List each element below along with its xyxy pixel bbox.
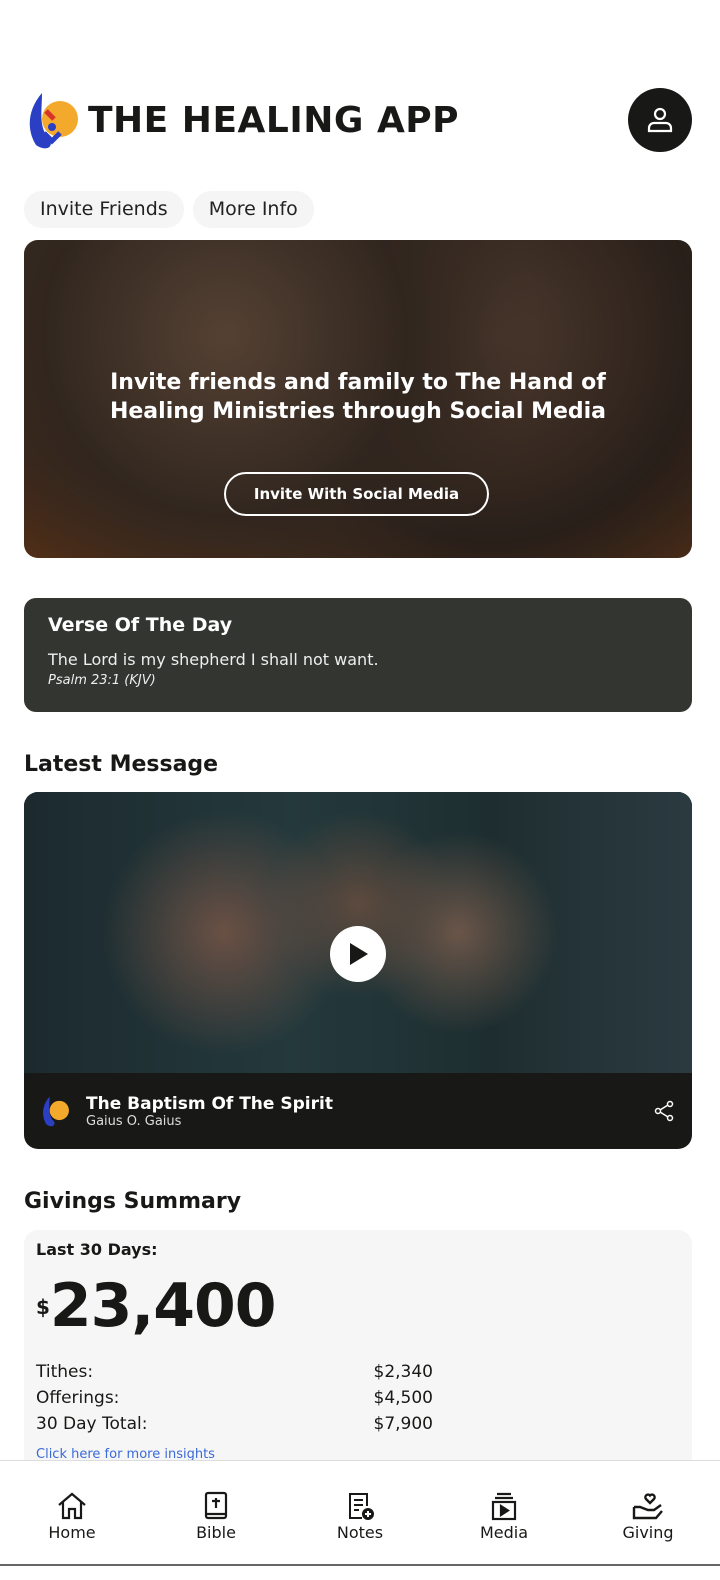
more-info-chip[interactable]: More Info [192,191,314,228]
total-row: 30 Day Total: $7,900 [36,1411,433,1437]
row-label: Tithes: [36,1362,94,1382]
bible-icon [204,1491,228,1520]
bottom-nav: Home Bible Notes Media Giving [0,1460,720,1566]
invite-friends-chip[interactable]: Invite Friends [24,191,184,228]
nav-notes[interactable]: Notes [310,1491,410,1564]
profile-button[interactable] [628,88,692,152]
nav-label: Media [479,1523,529,1542]
nav-label: Bible [196,1523,236,1542]
nav-label: Home [48,1523,96,1542]
row-value: $2,340 [373,1362,433,1382]
verse-title: Verse Of The Day [48,614,233,636]
nav-label: Giving [622,1523,674,1542]
message-author: Gaius O. Gaius [86,1113,182,1129]
home-icon [58,1492,86,1520]
verse-text: The Lord is my shepherd I shall not want… [48,650,379,669]
nav-media[interactable]: Media [454,1491,554,1564]
period-label: Last 30 Days: [36,1240,158,1259]
total-amount: 23,400 [49,1271,277,1341]
play-button[interactable] [330,926,386,982]
app-title: THE HEALING APP [88,99,460,141]
verse-of-the-day-card: Verse Of The Day The Lord is my shepherd… [24,598,692,712]
channel-logo [43,1096,69,1127]
offerings-row: Offerings: $4,500 [36,1385,433,1411]
verse-reference: Psalm 23:1 (KJV) [48,673,156,688]
row-value: $4,500 [373,1388,433,1408]
play-icon [350,943,368,965]
latest-message-heading: Latest Message [24,752,219,777]
user-icon [647,107,673,133]
media-icon [491,1492,517,1521]
row-label: Offerings: [36,1388,120,1408]
tithes-row: Tithes: $2,340 [36,1359,433,1385]
app-logo [29,93,78,149]
latest-message-card[interactable]: The Baptism Of The Spirit Gaius O. Gaius [24,792,692,1149]
currency-symbol: $ [36,1295,50,1319]
message-title: The Baptism Of The Spirit [86,1093,333,1114]
row-value: $7,900 [373,1414,433,1434]
nav-bible[interactable]: Bible [166,1491,266,1564]
app-header: THE HEALING APP [24,88,692,152]
giving-hand-icon [632,1493,663,1520]
row-label: 30 Day Total: [36,1414,148,1434]
nav-home[interactable]: Home [22,1491,122,1564]
banner-text: Invite friends and family to The Hand of… [109,370,607,424]
nav-label: Notes [336,1523,384,1542]
notes-add-icon [349,1493,374,1520]
invite-social-button[interactable]: Invite With Social Media [224,472,489,516]
share-icon[interactable] [652,1099,676,1123]
nav-giving[interactable]: Giving [598,1491,698,1564]
invite-banner: Invite friends and family to The Hand of… [24,240,692,558]
givings-summary-heading: Givings Summary [24,1189,242,1214]
